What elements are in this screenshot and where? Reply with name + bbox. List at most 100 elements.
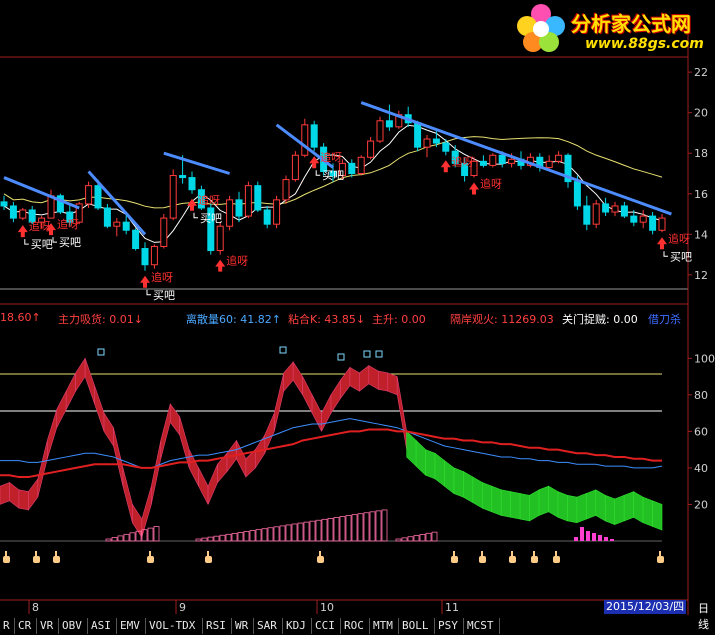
staircase-bar	[321, 518, 328, 542]
price-tick-label: 14	[694, 228, 708, 241]
oscillator-band	[0, 482, 10, 505]
candle-body	[103, 207, 111, 227]
indicator-tab-wr[interactable]: WR	[232, 618, 254, 634]
bracket-line	[52, 237, 57, 243]
candle-body	[611, 205, 619, 213]
indicator-tab-boll[interactable]: BOLL	[399, 618, 435, 634]
staircase-bar	[147, 527, 154, 542]
candle	[291, 151, 299, 182]
price-tick-label: 18	[694, 147, 708, 160]
indicator-tab-kdj[interactable]: KDJ	[283, 618, 312, 634]
indicator-tab-vr[interactable]: VR	[37, 618, 59, 634]
price-pane[interactable]: 追呀买吧追呀买吧追呀买吧追呀买吧追呀追呀买吧追呀追呀追呀买吧	[0, 101, 692, 302]
hand-palm	[553, 556, 560, 563]
staircase-bar	[431, 531, 438, 542]
candle	[555, 151, 563, 164]
indicator-value-label: 主升: 0.00	[372, 313, 426, 326]
candle-body	[573, 181, 581, 207]
oscillator-band	[103, 412, 114, 447]
bracket-line	[315, 170, 321, 176]
candle	[348, 159, 356, 178]
indicator-pane[interactable]	[0, 346, 664, 563]
candle	[103, 203, 111, 229]
hand-finger	[533, 551, 535, 557]
buy-label: 买吧	[31, 238, 53, 251]
candle-body	[216, 225, 224, 252]
indicator-tab-mtm[interactable]: MTM	[370, 618, 399, 634]
candle-body	[226, 199, 234, 227]
candle	[169, 169, 177, 221]
indicator-tab-cr[interactable]: CR	[15, 618, 37, 634]
staircase-bar	[249, 530, 256, 542]
indicator-tab-rsi[interactable]: RSI	[203, 618, 232, 634]
indicator-tab-emv[interactable]: EMV	[117, 618, 146, 634]
staircase-bar	[357, 513, 364, 542]
candle	[226, 195, 234, 231]
indicator-tab-asi[interactable]: ASI	[88, 618, 117, 634]
oscillator-band	[283, 361, 294, 392]
indicator-value-label: 隔岸观火: 11269.03	[450, 313, 554, 326]
buy-label: 买吧	[670, 250, 692, 263]
indicator-tab-sar[interactable]: SAR	[254, 618, 283, 634]
staircase-bar	[297, 522, 304, 542]
bracket-line	[24, 239, 29, 245]
oscillator-band	[614, 494, 625, 525]
oscillator-band	[472, 476, 483, 509]
hand-finger	[481, 551, 483, 557]
ma-white-line	[3, 124, 663, 243]
flower-logo-icon	[517, 4, 565, 52]
price-tick-label: 20	[694, 107, 708, 120]
histogram-bar	[574, 537, 578, 541]
peak-marker	[363, 350, 371, 358]
indicator-tab-r[interactable]: R	[0, 618, 15, 634]
peak-marker	[375, 350, 383, 358]
staircase-bar	[201, 537, 208, 542]
candle-body	[310, 124, 318, 148]
candle	[254, 181, 262, 213]
x-tick-label: 9	[179, 601, 186, 614]
period-label[interactable]: 日线	[698, 600, 715, 632]
candle-body	[301, 124, 309, 156]
oscillator-band	[94, 385, 105, 432]
candle	[479, 155, 487, 168]
staircase-bar	[219, 534, 226, 542]
oscillator-band	[377, 370, 389, 392]
candle-body	[620, 205, 628, 217]
staircase-bar	[261, 528, 268, 542]
staircase-bar	[267, 527, 274, 542]
staircase-bar	[243, 531, 250, 542]
candle-body	[592, 203, 600, 225]
logo-title: 分析家公式网	[571, 12, 691, 36]
chase-label: 追呀	[57, 217, 79, 231]
hand-signal-icon	[509, 551, 516, 563]
signal-marker: 追呀	[440, 154, 474, 173]
indicator-tab-psy[interactable]: PSY	[435, 618, 464, 634]
indicator-tab-roc[interactable]: ROC	[341, 618, 370, 634]
staircase-bar	[195, 538, 202, 542]
hand-signal-icon	[553, 551, 560, 563]
candle-body	[442, 142, 450, 152]
indicator-tab-obv[interactable]: OBV	[59, 618, 88, 634]
hand-palm	[317, 556, 324, 563]
staircase-bar	[351, 514, 358, 542]
oscillator-band	[321, 394, 332, 432]
candle-body	[282, 179, 290, 201]
indicator-tick-label: 20	[694, 498, 708, 511]
indicator-tab-cci[interactable]: CCI	[312, 618, 341, 634]
staircase-bar	[333, 517, 340, 542]
hand-signal-icon	[205, 551, 212, 563]
indicator-tab-mcst[interactable]: MCST	[464, 618, 500, 634]
oscillator-band	[330, 379, 341, 415]
hand-palm	[205, 556, 212, 563]
hand-signal-icon	[479, 551, 486, 563]
staircase-bar	[413, 535, 420, 542]
candle	[489, 153, 497, 168]
oscillator-band	[406, 430, 417, 467]
oscillator-band	[604, 494, 616, 525]
indicator-tab-vol-tdx[interactable]: VOL-TDX	[146, 618, 203, 634]
candle	[404, 106, 412, 127]
candle	[85, 181, 93, 208]
peak-marker	[97, 348, 105, 356]
histogram-bar	[592, 533, 596, 541]
indicator-tick-label: 60	[694, 425, 708, 438]
